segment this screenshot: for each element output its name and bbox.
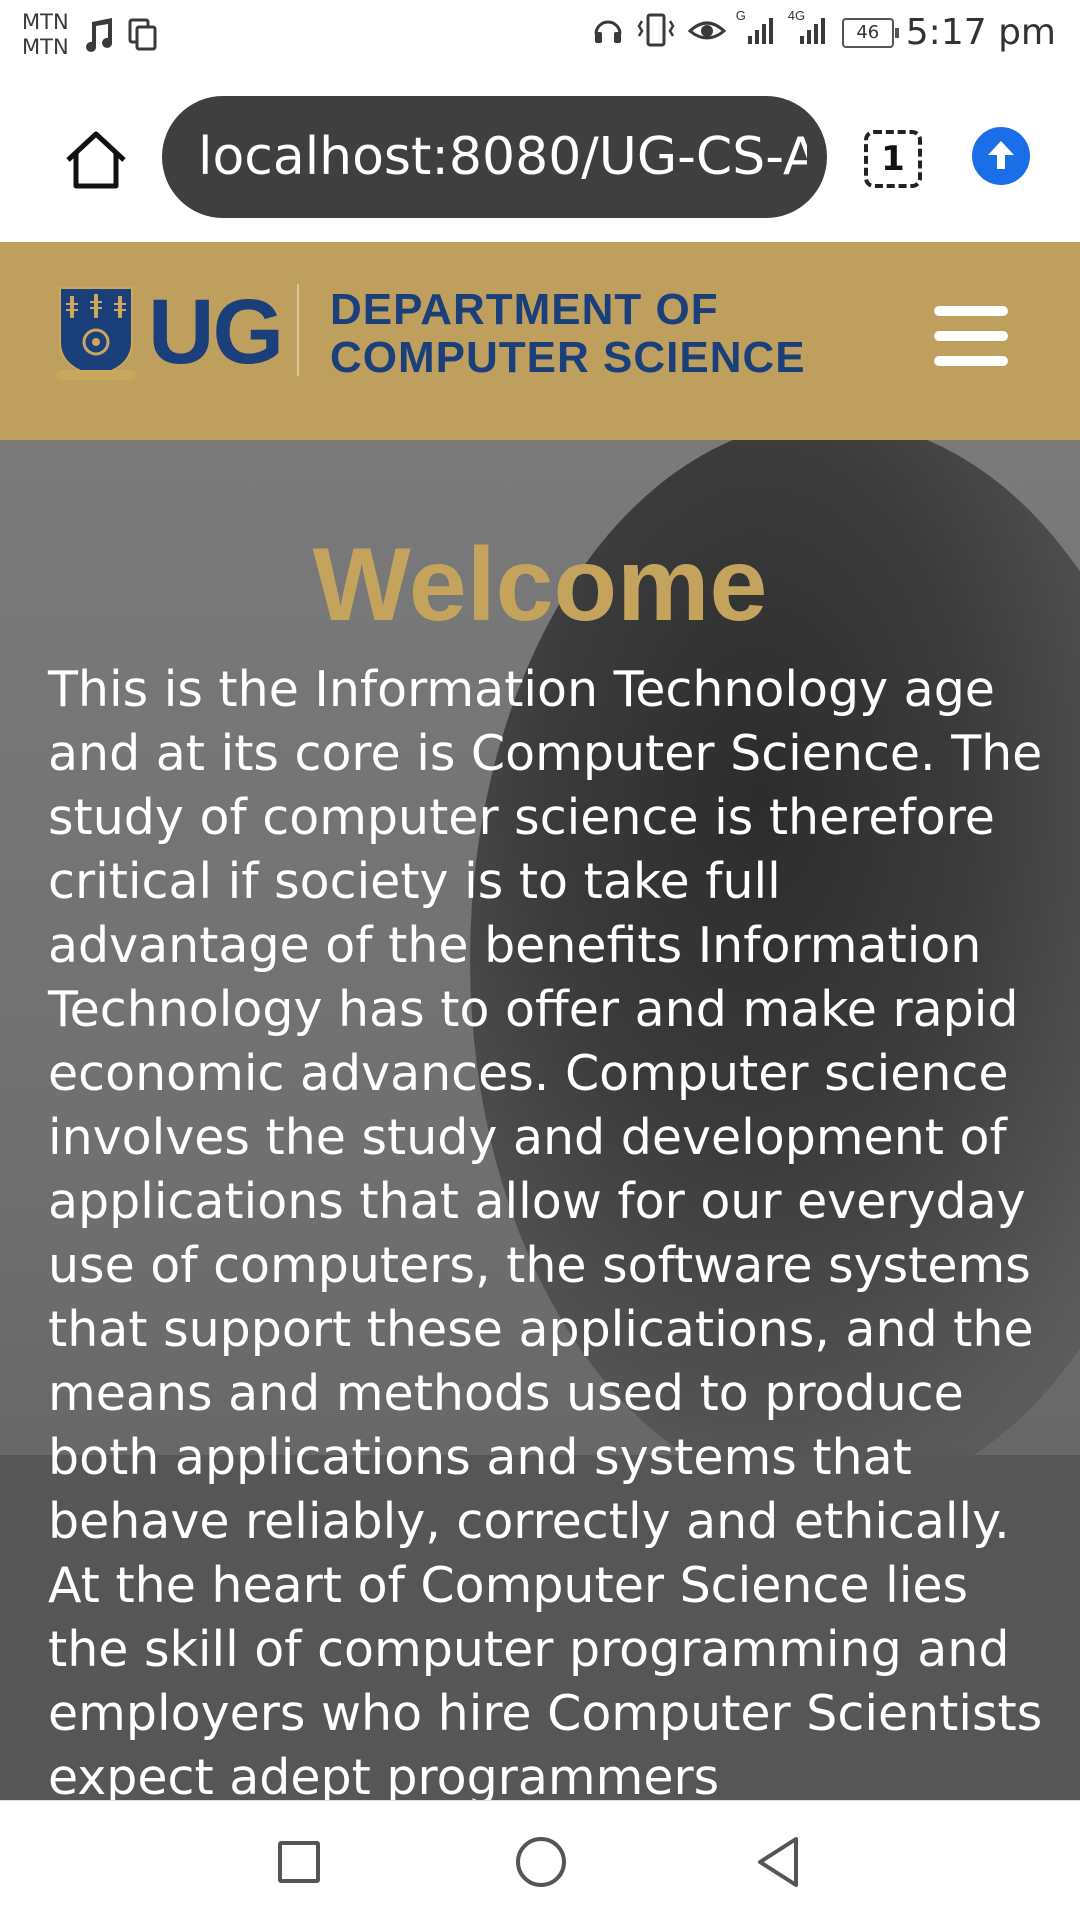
signal-icon: G [736,8,778,51]
clock: 5:17 pm [905,12,1056,53]
logo-text[interactable]: UG [148,282,284,382]
recent-apps-icon[interactable] [278,1841,320,1883]
music-note-icon [84,18,114,57]
copy-icon [128,18,158,57]
department-title-line1: DEPARTMENT OF [330,285,719,334]
battery-icon: 46 [841,17,899,48]
system-navigation-bar [0,1800,1080,1921]
eye-icon [687,15,727,50]
status-bar: MTN MTN G 4G 46 5:17 pm [0,0,1080,78]
header-divider [297,284,299,376]
network-label: G [735,8,746,23]
university-crest-logo[interactable] [54,284,138,382]
carrier-2: MTN [22,35,69,59]
signal-icon: 4G [788,8,830,51]
hamburger-menu-icon[interactable] [934,304,1008,368]
headphones-icon [592,14,624,51]
carrier-labels: MTN MTN [22,10,69,60]
upload-icon[interactable] [972,127,1030,185]
department-title-line2: COMPUTER SCIENCE [330,333,806,382]
home-circle-icon[interactable] [516,1837,566,1887]
intro-paragraph: This is the Information Technology age a… [48,661,1043,1800]
vibrate-icon [636,13,676,52]
browser-toolbar: localhost:8080/UG-CS-Ab 1 [0,78,1080,242]
url-text[interactable]: localhost:8080/UG-CS-Ab [198,96,807,218]
carrier-1: MTN [22,10,69,34]
tabs-icon[interactable]: 1 [864,130,922,188]
network-label: 4G [787,8,806,23]
home-icon[interactable] [62,126,130,194]
hero-section: Welcome This is the Information Technolo… [0,440,1080,1800]
site-header: UG DEPARTMENT OF COMPUTER SCIENCE [0,242,1080,440]
welcome-heading: Welcome [312,527,768,643]
address-bar[interactable]: localhost:8080/UG-CS-Ab [162,96,827,218]
back-icon[interactable] [752,1835,804,1889]
